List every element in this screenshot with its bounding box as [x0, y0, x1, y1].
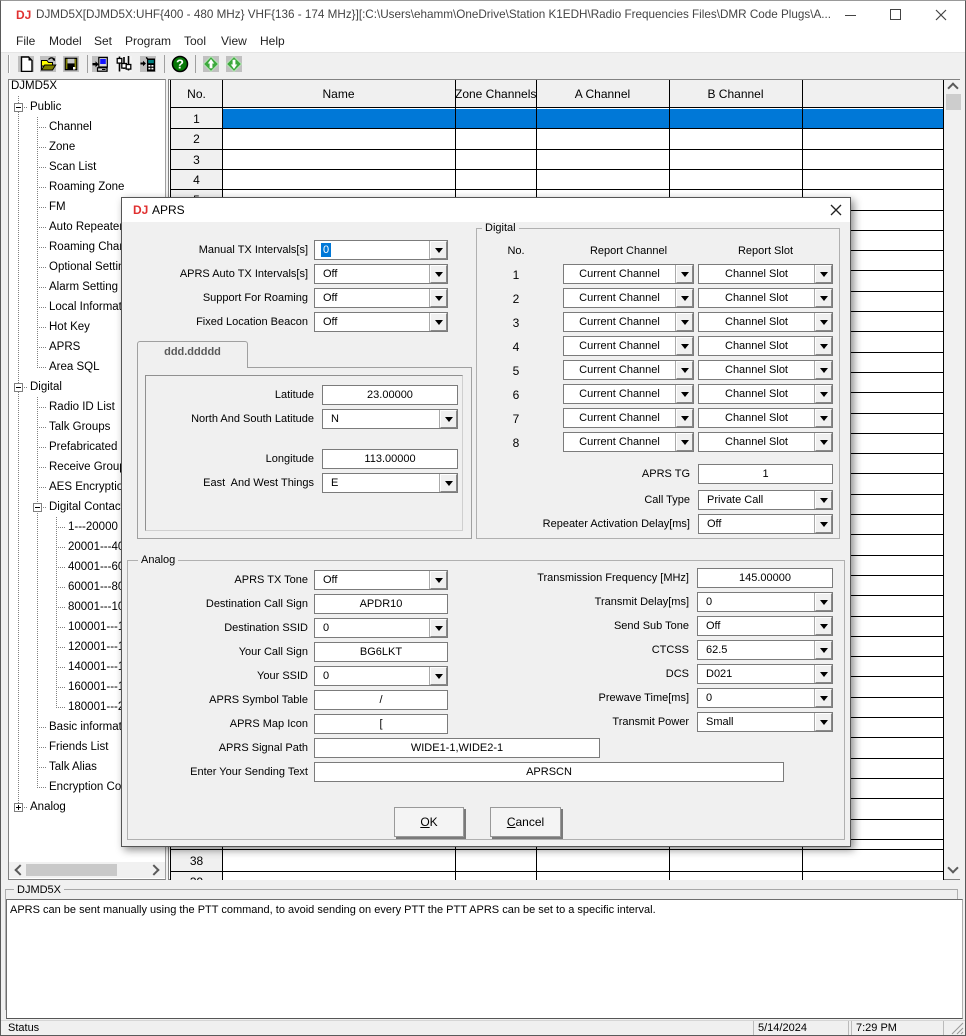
svg-text:?: ?	[176, 57, 184, 72]
